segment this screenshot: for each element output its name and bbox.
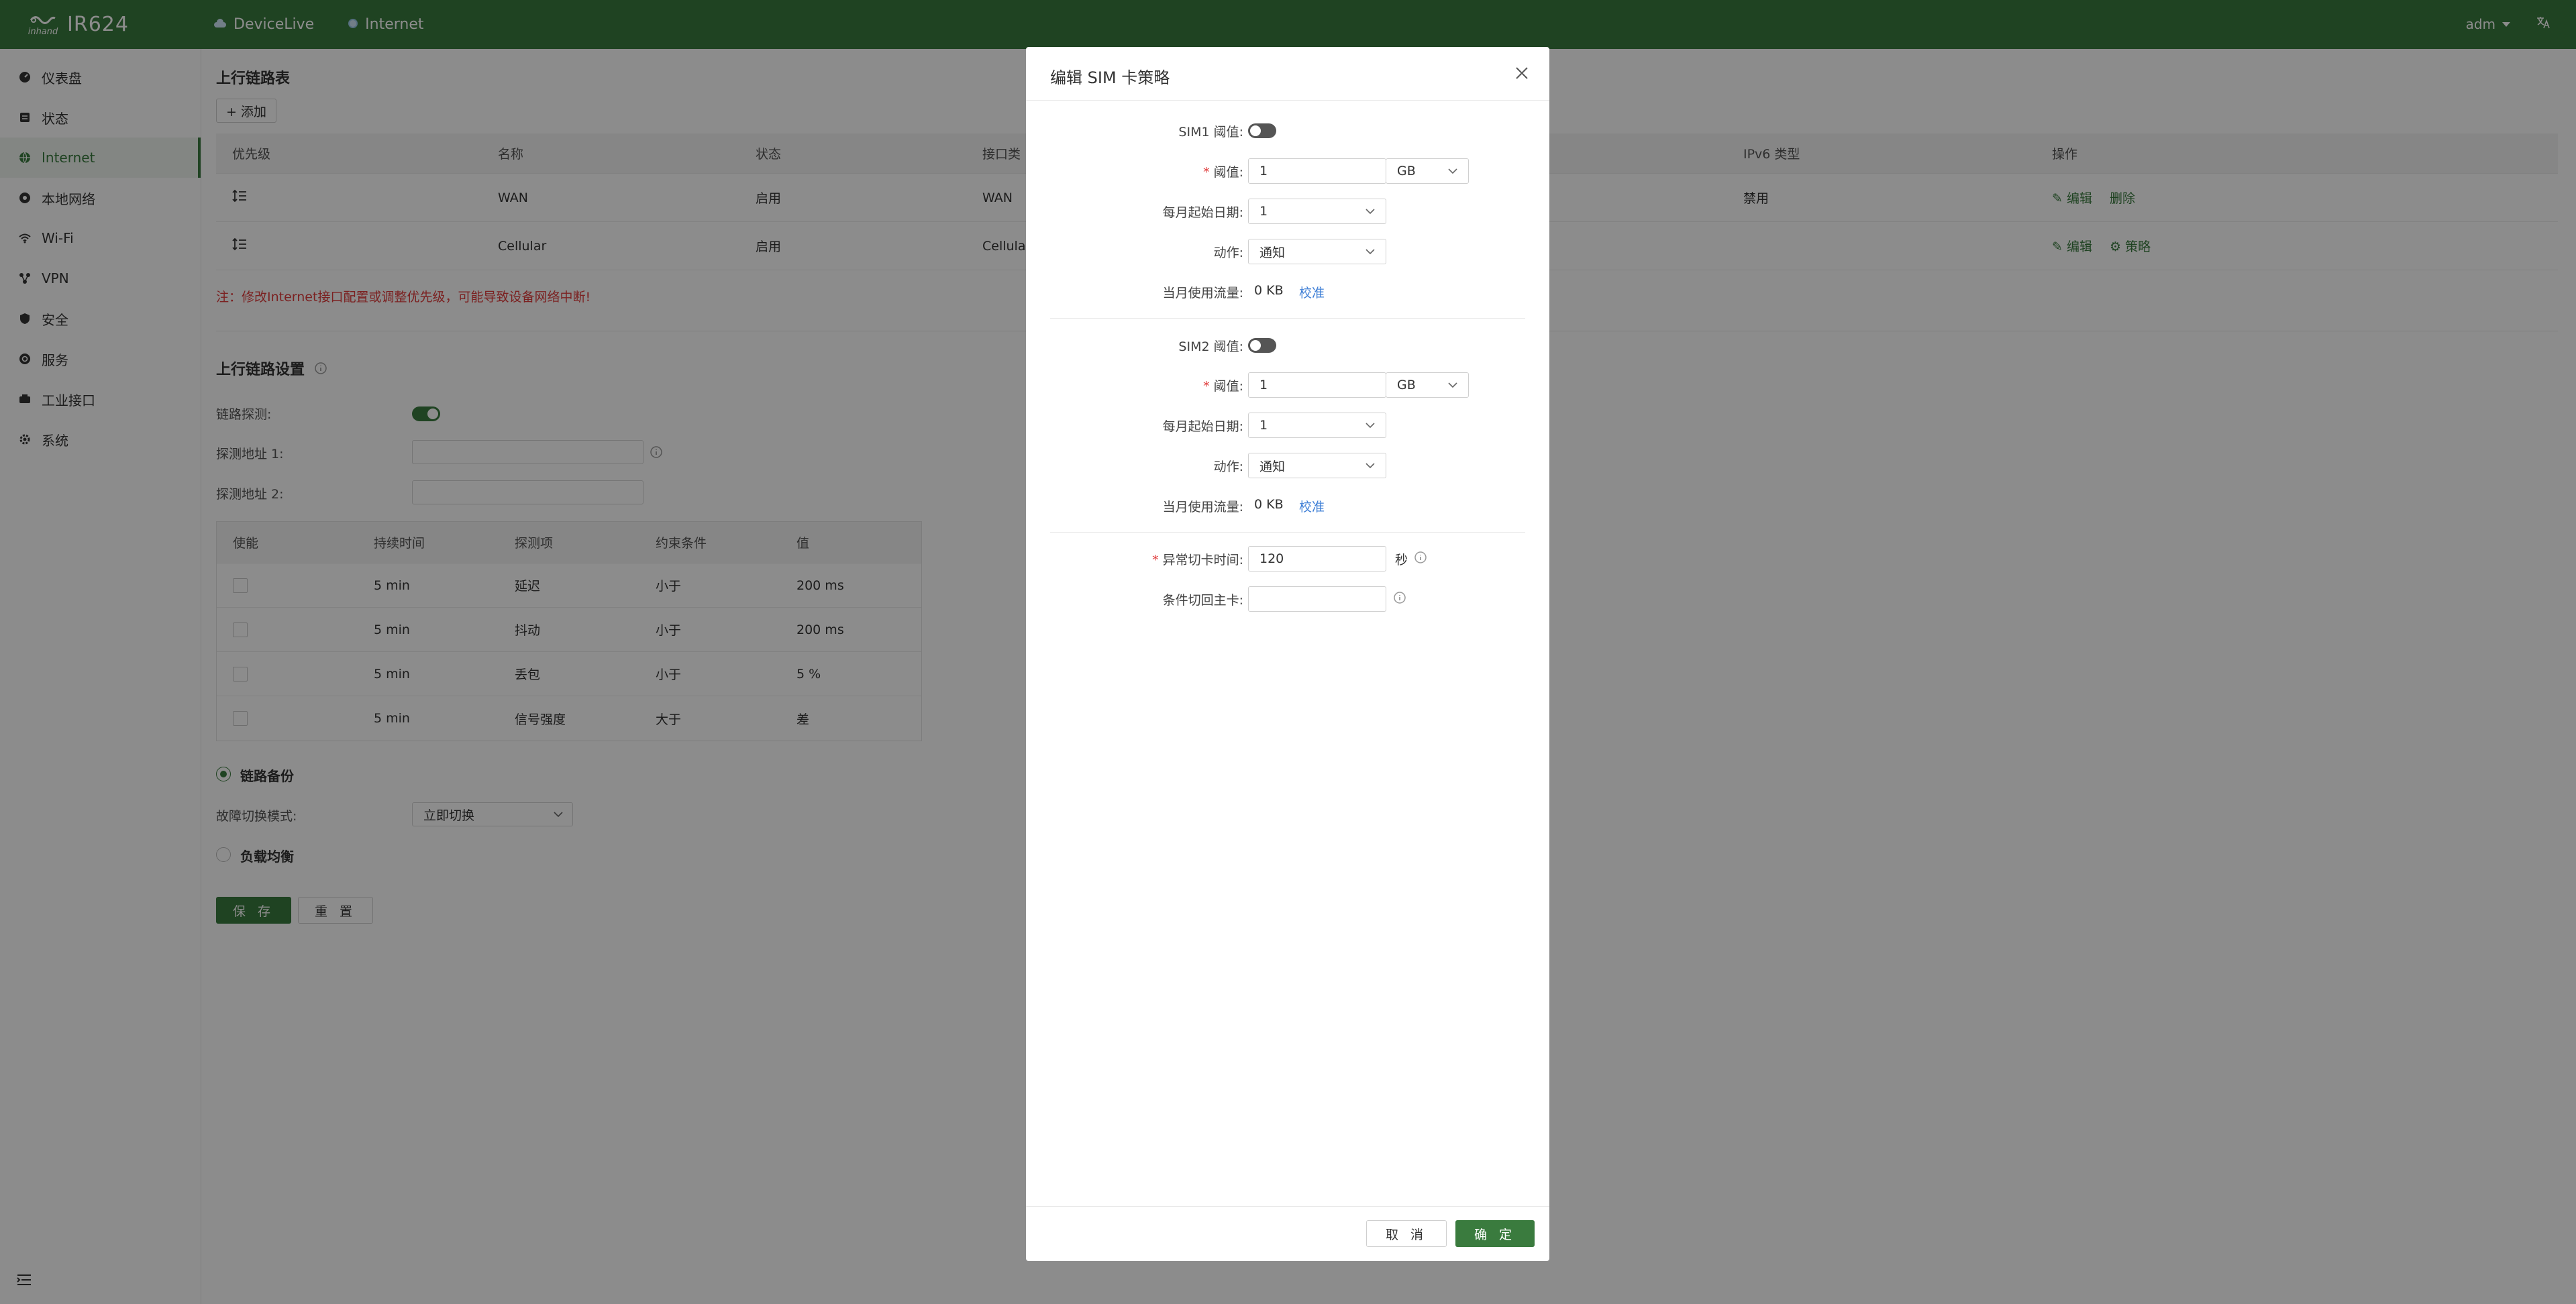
sim1-threshold-toggle[interactable] (1248, 123, 1276, 138)
sim1-threshold-label: * 阈值: (1203, 165, 1243, 180)
sim1-usage-label: 当月使用流量: (1162, 286, 1243, 301)
sim2-start-day-select[interactable]: 1 (1248, 413, 1386, 438)
cancel-button[interactable]: 取 消 (1366, 1220, 1447, 1247)
sim2-usage-label: 当月使用流量: (1162, 500, 1243, 514)
sim1-calibrate-link[interactable]: 校准 (1299, 283, 1325, 301)
chevron-down-icon (1447, 379, 1459, 394)
sim2-threshold-input[interactable]: 1 (1248, 372, 1386, 398)
chevron-down-icon (1364, 246, 1376, 261)
return-main-card-input[interactable] (1248, 586, 1386, 612)
info-icon[interactable] (1393, 591, 1406, 604)
sim2-threshold-label: * 阈值: (1203, 379, 1243, 394)
sim2-unit-select[interactable]: GB (1386, 372, 1469, 398)
sim1-threshold-input[interactable]: 1 (1248, 158, 1386, 184)
sim1-threshold-toggle-label: SIM1 阈值: (1178, 125, 1243, 140)
divider (1050, 532, 1525, 533)
switch-time-input[interactable]: 120 (1248, 546, 1386, 572)
sim1-action-select[interactable]: 通知 (1248, 239, 1386, 264)
chevron-down-icon (1364, 205, 1376, 221)
sim2-threshold-toggle-label: SIM2 阈值: (1178, 339, 1243, 354)
switch-time-label: * 异常切卡时间: (1152, 553, 1243, 567)
return-main-card-label: 条件切回主卡: (1162, 593, 1243, 608)
sim1-action-label: 动作: (1213, 246, 1243, 260)
sim2-calibrate-link[interactable]: 校准 (1299, 497, 1325, 515)
dialog-title: 编辑 SIM 卡策略 (1050, 68, 1170, 87)
sim2-action-label: 动作: (1213, 459, 1243, 474)
seconds-unit: 秒 (1395, 553, 1408, 567)
divider (1050, 318, 1525, 319)
dialog-footer: 取 消 确 定 (1026, 1206, 1549, 1261)
chevron-down-icon (1364, 419, 1376, 435)
dialog-header: 编辑 SIM 卡策略 (1026, 47, 1549, 101)
chevron-down-icon (1447, 165, 1459, 180)
sim2-threshold-toggle[interactable] (1248, 338, 1276, 353)
sim1-unit-select[interactable]: GB (1386, 158, 1469, 184)
close-icon[interactable] (1512, 63, 1532, 83)
info-icon[interactable] (1414, 551, 1427, 564)
chevron-down-icon (1364, 459, 1376, 475)
sim1-start-day-label: 每月起始日期: (1162, 205, 1243, 220)
ok-button[interactable]: 确 定 (1455, 1220, 1535, 1247)
sim2-usage-value: 0 KB (1254, 497, 1284, 512)
sim2-start-day-label: 每月起始日期: (1162, 419, 1243, 434)
sim1-start-day-select[interactable]: 1 (1248, 199, 1386, 224)
sim-policy-dialog: 编辑 SIM 卡策略 SIM1 阈值: * 阈值: 1 GB 每月起始日期: 1 … (1026, 47, 1549, 1261)
sim2-action-select[interactable]: 通知 (1248, 453, 1386, 478)
sim1-usage-value: 0 KB (1254, 283, 1284, 298)
